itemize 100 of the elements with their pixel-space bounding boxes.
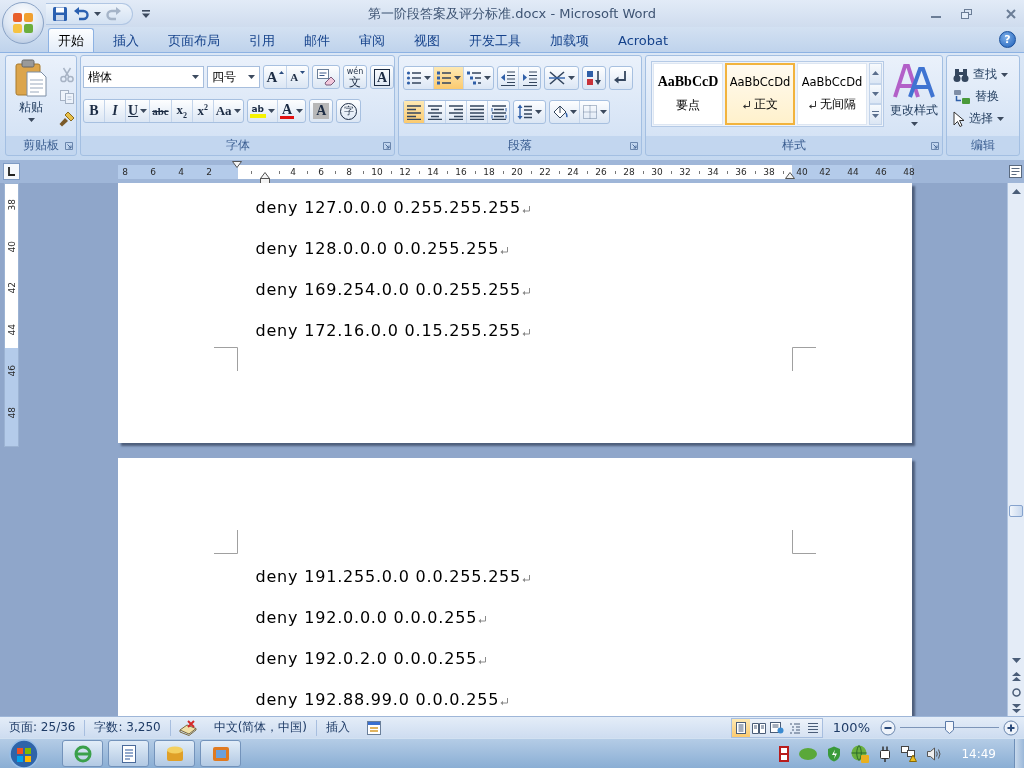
- globe-lock-icon[interactable]: [851, 744, 870, 763]
- underline-button[interactable]: U: [126, 100, 151, 122]
- phonetic-guide-button[interactable]: wén 文: [342, 65, 368, 89]
- sheet-icon[interactable]: [367, 720, 382, 735]
- shrink-font-button[interactable]: A: [287, 66, 309, 88]
- network-warning-icon[interactable]: [901, 745, 918, 762]
- caret-icon[interactable]: [535, 110, 542, 114]
- font-name-field[interactable]: 楷体: [83, 66, 205, 88]
- character-shading-button[interactable]: A: [309, 99, 334, 123]
- double-down-arrow-icon[interactable]: [1011, 703, 1021, 713]
- view-button[interactable]: [731, 718, 750, 737]
- superscript-button[interactable]: x$^{2}$: [192, 100, 214, 122]
- caret-icon[interactable]: [600, 110, 607, 114]
- ribbon-tab[interactable]: 视图: [404, 28, 450, 52]
- taskbar-button[interactable]: [200, 740, 241, 767]
- taskbar-button[interactable]: [62, 740, 103, 767]
- insert-mode[interactable]: 插入: [317, 719, 360, 736]
- restore-icon[interactable]: [961, 8, 972, 19]
- show-marks-button[interactable]: [609, 66, 633, 90]
- caret-icon[interactable]: [1001, 72, 1008, 77]
- taskbar-button[interactable]: [154, 740, 195, 767]
- bold-button[interactable]: B: [84, 100, 105, 122]
- corner-arrow-icon[interactable]: [931, 141, 939, 150]
- brush-icon[interactable]: [59, 111, 75, 127]
- corner-arrow-icon[interactable]: [383, 141, 391, 150]
- grow-font-button[interactable]: A: [264, 66, 288, 88]
- caret-icon[interactable]: [27, 118, 35, 122]
- book-x-icon[interactable]: [178, 719, 197, 736]
- language-indicator[interactable]: 中文(简体，中国): [204, 719, 318, 736]
- style-option[interactable]: AaBbCcDd 正文: [725, 63, 795, 125]
- enclose-character-button[interactable]: 字: [336, 99, 362, 123]
- slider-thumb[interactable]: [945, 720, 954, 734]
- start-orb-icon[interactable]: [8, 738, 40, 768]
- plus-icon[interactable]: [1003, 719, 1019, 736]
- shield-icon[interactable]: [827, 745, 842, 762]
- caret-icon[interactable]: [268, 109, 276, 113]
- down-arrow-icon[interactable]: [1011, 657, 1021, 663]
- subscript-button[interactable]: x$_{2}$: [171, 100, 193, 122]
- caret-icon[interactable]: [910, 122, 918, 126]
- justify-button[interactable]: [467, 101, 488, 123]
- film-strip-icon[interactable]: [779, 745, 790, 762]
- sort-button[interactable]: [582, 66, 606, 90]
- page-indicator[interactable]: 页面: 25/36: [0, 719, 86, 736]
- caret-icon[interactable]: [454, 76, 461, 80]
- ribbon-tab[interactable]: 加载项: [540, 28, 599, 52]
- caret-icon[interactable]: [296, 109, 304, 113]
- character-border-button[interactable]: A: [370, 65, 394, 89]
- gallery-up-button[interactable]: [869, 63, 882, 84]
- menu-caret-icon[interactable]: [142, 9, 150, 18]
- circle-icon[interactable]: [1011, 687, 1021, 697]
- change-case-button[interactable]: Aa: [213, 100, 243, 122]
- ribbon-tab[interactable]: 页面布局: [158, 28, 230, 52]
- ribbon-tab[interactable]: 开发工具: [459, 28, 531, 52]
- style-option[interactable]: AaBbCcDd 无间隔: [797, 63, 867, 125]
- ribbon-tab[interactable]: 插入: [103, 28, 149, 52]
- find-button[interactable]: 查找: [951, 64, 1019, 85]
- caret-icon[interactable]: [424, 76, 431, 80]
- align-left-button[interactable]: [404, 101, 425, 123]
- taskbar-button[interactable]: [108, 740, 149, 767]
- replace-button[interactable]: 替换: [951, 86, 1019, 107]
- numbering-button[interactable]: [434, 67, 464, 89]
- close-icon[interactable]: [1006, 8, 1016, 19]
- caret-icon[interactable]: [484, 76, 491, 80]
- page-lines-icon[interactable]: [1008, 164, 1023, 179]
- decrease-indent-button[interactable]: [498, 67, 519, 89]
- font-color-button[interactable]: A: [278, 100, 306, 122]
- tab-stop-icon[interactable]: [3, 163, 20, 180]
- corner-arrow-icon[interactable]: [630, 141, 638, 150]
- scroll-thumb[interactable]: [1009, 505, 1023, 517]
- caret-icon[interactable]: [233, 109, 241, 113]
- caret-icon[interactable]: [568, 76, 575, 80]
- gallery-more-button[interactable]: [869, 104, 882, 125]
- double-up-arrow-icon[interactable]: [1011, 671, 1021, 681]
- zoom-level[interactable]: 100%: [832, 720, 870, 735]
- style-option[interactable]: AaBbCcD 要点: [653, 63, 723, 125]
- gallery-down-button[interactable]: [869, 83, 882, 105]
- minus-icon[interactable]: [880, 719, 896, 736]
- caret-icon[interactable]: [997, 116, 1004, 121]
- speaker-icon[interactable]: [927, 746, 942, 761]
- strikethrough-button[interactable]: abc: [150, 100, 172, 122]
- ribbon-tab[interactable]: 邮件: [294, 28, 340, 52]
- save-icon[interactable]: [52, 5, 68, 22]
- word-count[interactable]: 字数: 3,250: [85, 719, 171, 736]
- change-styles-button[interactable]: 更改样式: [886, 61, 942, 126]
- italic-button[interactable]: I: [105, 100, 126, 122]
- up-arrow-icon[interactable]: [1011, 188, 1021, 194]
- triangle-marker-icon[interactable]: [232, 161, 242, 168]
- font-size-field[interactable]: 四号: [207, 66, 261, 88]
- undo-arrow-icon[interactable]: [73, 5, 89, 22]
- align-right-button[interactable]: [446, 101, 467, 123]
- caret-icon[interactable]: [570, 110, 577, 114]
- asian-layout-button[interactable]: [544, 66, 579, 90]
- clear-format-button[interactable]: [312, 65, 340, 89]
- corner-arrow-icon[interactable]: [65, 141, 73, 150]
- caret-icon[interactable]: [248, 75, 256, 79]
- ribbon-tab[interactable]: Acrobat: [608, 28, 679, 52]
- select-button[interactable]: 选择: [951, 108, 1019, 129]
- ribbon-tab[interactable]: 审阅: [349, 28, 395, 52]
- center-button[interactable]: [425, 101, 446, 123]
- paste-button[interactable]: 粘贴: [9, 56, 53, 136]
